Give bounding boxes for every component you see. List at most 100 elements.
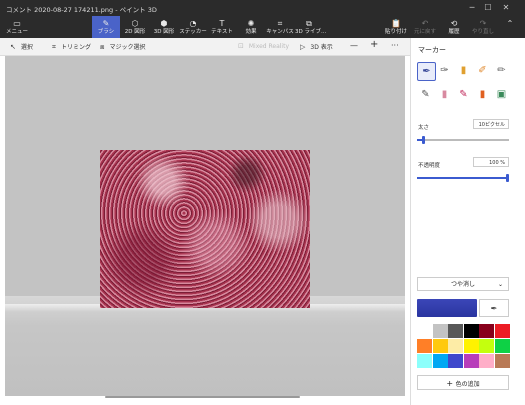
size-value-input[interactable]: 10ピクセル <box>473 119 509 129</box>
redo-icon: ↷ <box>479 19 487 28</box>
opacity-label: 不透明度 <box>418 163 441 169</box>
tool-3d-library[interactable]: ⧉ 3D ライブ... <box>295 16 327 38</box>
title-bar: コメント 2020-08-27 174211.png - ペイント 3D ─ ☐… <box>0 0 525 16</box>
tool-effects[interactable]: ✺ 効果 <box>237 16 265 38</box>
text-icon: T <box>219 19 225 28</box>
color-swatch[interactable] <box>448 339 463 353</box>
brush-eraser-icon[interactable]: ▮ <box>436 86 453 103</box>
canvas-image[interactable] <box>100 150 310 308</box>
tool-canvas[interactable]: ⌗ キャンバス <box>266 16 294 38</box>
tool-effects-label: 効果 <box>245 29 257 35</box>
paste-label: 貼り付け <box>384 29 407 35</box>
size-slider-thumb[interactable] <box>421 136 425 144</box>
crop-icon: ⌗ <box>52 43 56 51</box>
chevron-up-icon: ⌃ <box>506 19 514 28</box>
brush-pixel-pen-icon[interactable]: ✏ <box>493 62 510 79</box>
color-swatch[interactable] <box>479 339 494 353</box>
mixed-reality-label: Mixed Reality <box>248 43 289 50</box>
undo-button[interactable]: ↶ 元に戻す <box>412 16 438 38</box>
color-swatch[interactable] <box>494 324 510 338</box>
brush-marker-icon[interactable]: ✒ <box>417 62 436 81</box>
magic-select-button[interactable]: ⧈ マジック選択 <box>100 42 145 52</box>
brush-watercolor-icon[interactable]: ✐ <box>474 62 491 79</box>
color-swatch[interactable] <box>448 324 463 338</box>
menu-button[interactable]: ▭ メニュー <box>2 16 32 38</box>
redo-button[interactable]: ↷ やり直し <box>470 16 496 38</box>
mixed-reality-button[interactable]: ⊡ Mixed Reality <box>238 42 289 50</box>
brush-icon: ✎ <box>102 19 110 28</box>
tool-2d-shapes[interactable]: ⬡ 2D 図形 <box>121 16 149 38</box>
maximize-button[interactable]: ☐ <box>482 2 494 14</box>
size-slider-fill <box>417 139 422 141</box>
brush-crayon-icon[interactable]: ✎ <box>455 86 472 103</box>
close-button[interactable]: ✕ <box>500 2 512 14</box>
collapse-ribbon-button[interactable]: ⌃ <box>502 16 518 38</box>
color-swatch[interactable] <box>463 339 479 353</box>
history-label: 履歴 <box>448 29 460 35</box>
color-swatch[interactable] <box>432 339 448 353</box>
color-swatch[interactable] <box>432 354 448 368</box>
color-swatch[interactable] <box>494 339 510 353</box>
tool-brush-label: ブラシ <box>97 29 115 35</box>
zoom-in-button[interactable]: + <box>370 39 378 50</box>
cube-icon: ⬢ <box>160 19 168 28</box>
brush-panel: マーカー ✒ ✑ ▮ ✐ ✏ ✎ ▮ ✎ ▮ ▣ 太さ 10ピクセル 不透明度 100 % つや消… <box>410 38 525 405</box>
window-title: コメント 2020-08-27 174211.png - ペイント 3D <box>6 6 157 14</box>
brush-fill-icon[interactable]: ▣ <box>493 86 510 103</box>
opacity-value-input[interactable]: 100 % <box>473 157 509 167</box>
brush-pencil-icon[interactable]: ✎ <box>417 86 434 103</box>
menu-label: メニュー <box>5 29 28 35</box>
color-swatch[interactable] <box>494 354 510 368</box>
color-swatch[interactable] <box>448 354 463 368</box>
size-label: 太さ <box>418 125 430 131</box>
color-swatch[interactable] <box>417 339 432 353</box>
crop-button[interactable]: ⌗ トリミング <box>52 42 91 52</box>
brush-spray-can-icon[interactable]: ▮ <box>474 86 491 103</box>
magic-select-icon: ⧈ <box>100 43 105 51</box>
history-button[interactable]: ⟲ 履歴 <box>441 16 467 38</box>
color-swatch[interactable] <box>417 324 432 338</box>
opacity-slider-fill <box>417 177 509 179</box>
tool-text[interactable]: T テキスト <box>208 16 236 38</box>
minimize-button[interactable]: ─ <box>466 2 478 14</box>
color-swatch[interactable] <box>432 324 448 338</box>
paste-button[interactable]: 📋 貼り付け <box>383 16 409 38</box>
undo-label: 元に戻す <box>413 29 436 35</box>
eyedropper-button[interactable]: ✒ <box>479 299 509 317</box>
tool-2d-shapes-label: 2D 図形 <box>124 29 146 35</box>
effects-icon: ✺ <box>247 19 255 28</box>
sticker-icon: ◔ <box>189 19 197 28</box>
color-swatch[interactable] <box>463 324 479 338</box>
opacity-slider-thumb[interactable] <box>506 174 509 182</box>
tool-3d-shapes-label: 3D 図形 <box>153 29 175 35</box>
color-swatch[interactable] <box>479 324 494 338</box>
color-swatch[interactable] <box>463 354 479 368</box>
tool-canvas-label: キャンバス <box>266 29 294 35</box>
tool-stickers-label: ステッカー <box>179 29 207 35</box>
brush-calligraphy-pen-icon[interactable]: ✑ <box>436 62 453 79</box>
panel-title: マーカー <box>418 46 446 54</box>
tool-text-label: テキスト <box>211 29 233 35</box>
add-color-button[interactable]: + 色の追加 <box>417 375 509 390</box>
finish-value: つや消し <box>450 281 475 288</box>
tool-brush[interactable]: ✎ ブラシ <box>92 16 120 38</box>
more-options-button[interactable]: ··· <box>391 41 399 50</box>
view-3d-button[interactable]: ▷ 3D 表示 <box>300 42 333 51</box>
tool-3d-shapes[interactable]: ⬢ 3D 図形 <box>150 16 178 38</box>
undo-icon: ↶ <box>421 19 429 28</box>
select-button[interactable]: ↖ 選択 <box>10 42 33 51</box>
paste-icon: 📋 <box>391 19 401 28</box>
tool-stickers[interactable]: ◔ ステッカー <box>179 16 207 38</box>
horizontal-scrollbar[interactable] <box>105 396 300 398</box>
crop-label: トリミング <box>60 44 91 51</box>
opacity-slider[interactable] <box>417 174 509 182</box>
color-swatch[interactable] <box>479 354 494 368</box>
finish-dropdown[interactable]: つや消し ⌄ <box>417 277 509 291</box>
color-swatch[interactable] <box>417 354 432 368</box>
size-slider[interactable] <box>417 136 509 144</box>
current-color-swatch[interactable] <box>417 299 477 317</box>
tool-3d-library-label: 3D ライブ... <box>295 29 327 35</box>
canvas-workspace[interactable] <box>5 56 405 396</box>
brush-oil-brush-icon[interactable]: ▮ <box>455 62 472 79</box>
zoom-out-button[interactable]: — <box>350 41 358 50</box>
